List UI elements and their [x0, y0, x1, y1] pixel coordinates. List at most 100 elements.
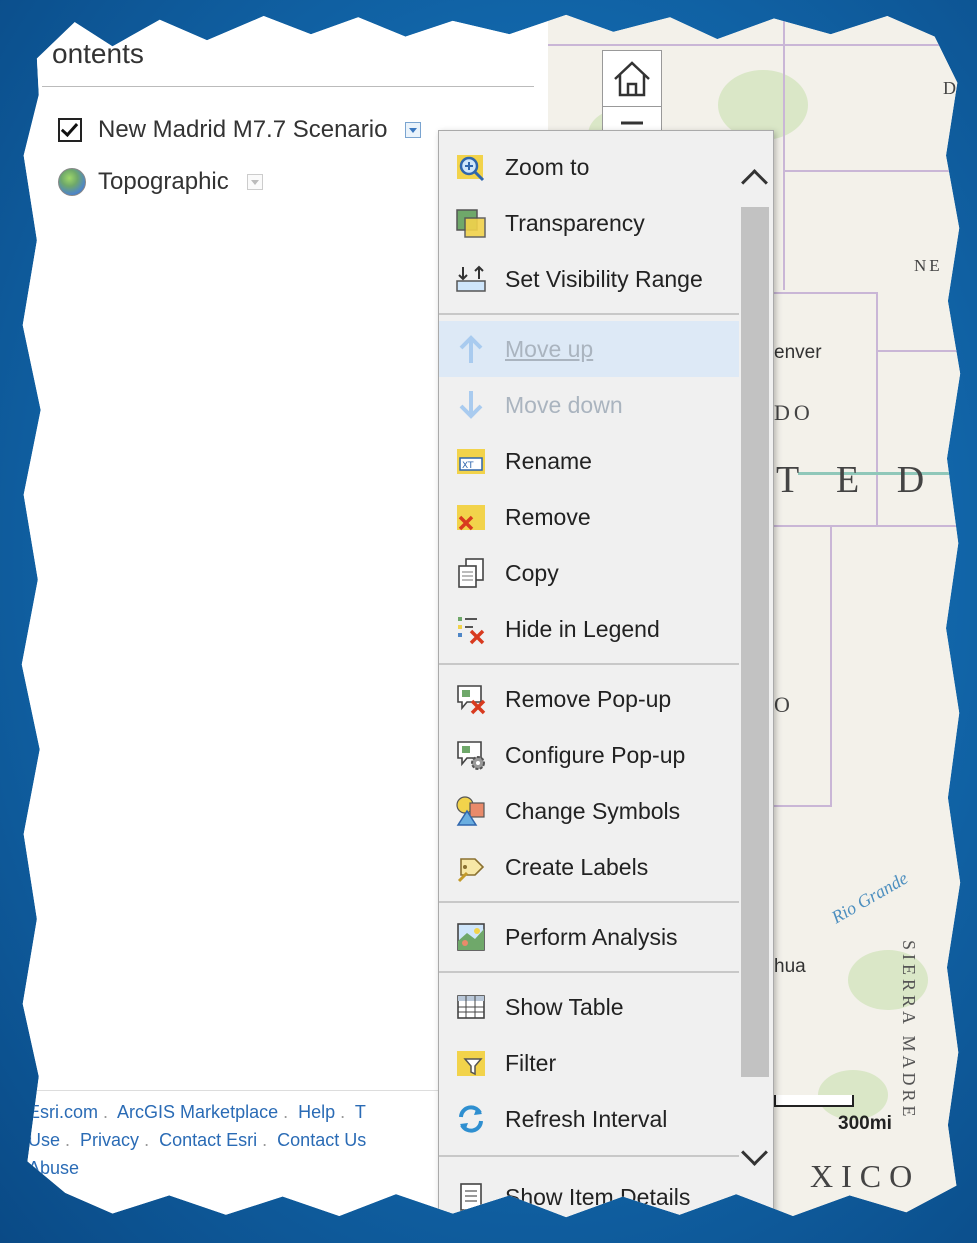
scale-bar	[774, 1095, 854, 1107]
menu-item-label: Remove Pop-up	[505, 685, 672, 712]
menu-item-refresh-interval[interactable]: Refresh Interval	[439, 1093, 739, 1145]
menu-item-label: Set Visibility Range	[505, 265, 703, 292]
footer-links: Esri.com. ArcGIS Marketplace. Help. T Us…	[28, 1102, 367, 1178]
footer-link-help[interactable]: Help	[298, 1102, 335, 1122]
map-label: O	[774, 692, 790, 717]
menu-item-show-item-details[interactable]: Show Item Details	[439, 1171, 739, 1217]
item-details-icon	[455, 1181, 487, 1213]
create-labels-icon	[455, 851, 487, 883]
arrow-up-icon	[455, 333, 487, 365]
menu-item-label: Show Table	[505, 993, 624, 1020]
menu-item-move-up[interactable]: Move up	[439, 321, 739, 377]
remove-icon	[455, 501, 487, 533]
state-border	[548, 44, 961, 46]
contents-title: ontents	[52, 38, 144, 69]
rename-icon: XT	[455, 445, 487, 477]
contents-divider	[42, 86, 534, 87]
map-label-country: T E D	[776, 459, 939, 501]
menu-item-label: Move down	[505, 391, 623, 418]
layer-name[interactable]: New Madrid M7.7 Scenario	[98, 116, 387, 144]
menu-scroll-down-button[interactable]	[739, 1139, 771, 1173]
menu-item-configure-popup[interactable]: Configure Pop-up	[439, 729, 739, 781]
menu-item-change-symbols[interactable]: Change Symbols	[439, 785, 739, 837]
layer-name[interactable]: Topographic	[98, 168, 229, 196]
footer-link-esri[interactable]: Esri.com	[28, 1102, 98, 1122]
state-border	[783, 20, 785, 290]
menu-separator	[439, 971, 739, 973]
perform-analysis-icon	[455, 921, 487, 953]
refresh-icon	[455, 1103, 487, 1135]
layer-visibility-checkbox[interactable]	[58, 118, 82, 142]
map-label-country: XICO	[810, 1158, 921, 1194]
scale-bar-label: 300mi	[838, 1113, 892, 1134]
copy-icon	[455, 557, 487, 589]
menu-item-label: Rename	[505, 447, 592, 474]
menu-item-zoom-to[interactable]: Zoom to	[439, 141, 739, 193]
layer-options-dropdown-icon[interactable]	[405, 122, 422, 138]
menu-item-set-visibility-range[interactable]: Set Visibility Range	[439, 253, 739, 305]
transparency-icon	[455, 207, 487, 239]
map-label-city: hua	[774, 956, 806, 977]
layer-options-dropdown-icon[interactable]	[246, 174, 263, 190]
state-border	[876, 350, 961, 352]
screenshot-card: ontents New Madrid M7.7 Scenario Topogra…	[21, 14, 961, 1218]
menu-item-label: Refresh Interval	[505, 1105, 668, 1132]
menu-item-label: Hide in Legend	[505, 615, 660, 642]
map-label: D	[943, 78, 956, 98]
basemap-globe-icon	[58, 168, 86, 196]
menu-item-filter[interactable]: Filter	[439, 1037, 739, 1089]
menu-item-copy[interactable]: Copy	[439, 547, 739, 599]
visibility-range-icon	[455, 263, 487, 295]
menu-separator	[439, 1155, 739, 1157]
menu-item-label: Zoom to	[505, 153, 590, 180]
footer-link-use[interactable]: Use	[28, 1130, 60, 1150]
menu-item-label: Change Symbols	[505, 797, 681, 824]
menu-item-create-labels[interactable]: Create Labels	[439, 841, 739, 893]
footer-link-contact-us[interactable]: Contact Us	[277, 1130, 366, 1150]
menu-item-show-table[interactable]: Show Table	[439, 981, 739, 1033]
menu-separator	[439, 313, 739, 315]
layer-row-new-madrid[interactable]: New Madrid M7.7 Scenario	[58, 116, 422, 144]
menu-separator	[439, 901, 739, 903]
menu-item-move-down[interactable]: Move down	[439, 379, 739, 431]
remove-popup-icon	[455, 683, 487, 715]
menu-scrollbar-thumb[interactable]	[741, 207, 769, 1077]
footer-link-abuse[interactable]: Abuse	[28, 1158, 79, 1178]
layer-context-menu: Zoom to Transparency Set Visibility Rang…	[438, 130, 774, 1218]
svg-text:XT: XT	[462, 461, 474, 471]
menu-item-label: Create Labels	[505, 853, 649, 880]
menu-item-transparency[interactable]: Transparency	[439, 197, 739, 249]
menu-item-hide-in-legend[interactable]: Hide in Legend	[439, 603, 739, 655]
map-label-city: enver	[774, 342, 822, 363]
footer-divider	[28, 1090, 468, 1091]
menu-item-label: Filter	[505, 1049, 557, 1076]
home-icon	[614, 61, 650, 97]
footer-link-privacy[interactable]: Privacy	[80, 1130, 139, 1150]
menu-scroll-up-button[interactable]	[739, 161, 771, 196]
menu-item-label: Show Item Details	[505, 1183, 691, 1210]
state-border	[783, 170, 961, 172]
filter-icon	[455, 1047, 487, 1079]
footer-link-contact-esri[interactable]: Contact Esri	[159, 1130, 257, 1150]
footer-link-terms[interactable]: T	[355, 1102, 366, 1122]
map-label: NE	[914, 256, 943, 275]
map-label-mountains: SIERRA MADRE	[899, 940, 919, 1121]
footer-link-marketplace[interactable]: ArcGIS Marketplace	[117, 1102, 278, 1122]
state-border	[830, 525, 832, 805]
state-border	[748, 525, 961, 527]
home-button[interactable]	[602, 50, 662, 108]
menu-item-rename[interactable]: XT Rename	[439, 435, 739, 487]
chevron-down-icon	[741, 1139, 768, 1166]
menu-item-remove[interactable]: Remove	[439, 491, 739, 543]
menu-item-remove-popup[interactable]: Remove Pop-up	[439, 673, 739, 725]
map-label: DO	[774, 400, 814, 425]
arrow-down-icon	[455, 389, 487, 421]
configure-popup-icon	[455, 739, 487, 771]
layer-row-topographic[interactable]: Topographic	[58, 168, 263, 196]
menu-item-perform-analysis[interactable]: Perform Analysis	[439, 911, 739, 963]
menu-separator	[439, 663, 739, 665]
menu-item-label: Perform Analysis	[505, 923, 678, 950]
zoom-to-icon	[455, 151, 487, 183]
table-icon	[455, 991, 487, 1023]
chevron-up-icon	[741, 169, 768, 196]
